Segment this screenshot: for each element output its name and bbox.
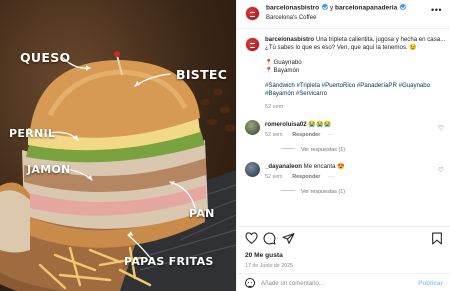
comment-time: 52 sem <box>265 132 283 138</box>
add-comment-row: Añade un comentario... Publicar <box>237 274 450 291</box>
comment-icon[interactable] <box>263 232 276 245</box>
sandwich-illustration <box>0 51 236 291</box>
author-avatar[interactable] <box>245 6 260 21</box>
more-options-icon[interactable]: ••• <box>431 6 442 15</box>
comment-username[interactable]: _dayanaleon <box>265 163 302 170</box>
heart-icon[interactable] <box>245 232 258 245</box>
caption-locations: 📍Guaynabo 📍Bayamón <box>265 59 447 75</box>
share-icon[interactable] <box>282 232 295 245</box>
caption-avatar[interactable] <box>245 37 260 52</box>
label-jamon: JAMÓN <box>27 163 71 176</box>
comment-text: 😭😭😭 <box>308 121 332 128</box>
post-subtitle[interactable]: Barcelona's Coffee <box>266 15 316 21</box>
label-queso: QUESO <box>20 50 71 65</box>
location-guaynabo: Guaynabo <box>273 59 302 67</box>
comment-text: Me encanta 😍 <box>303 163 345 170</box>
pin-icon: 📍 <box>265 60 273 67</box>
commenter-avatar[interactable] <box>245 120 260 135</box>
label-pernil: PERNIL <box>9 127 56 140</box>
comment-meta: 52 sem Responder ··· <box>265 174 334 180</box>
comment-more-icon[interactable]: ··· <box>328 132 334 138</box>
caption-timestamp: 52 sem <box>265 103 284 110</box>
post-image[interactable]: QUESO BISTEC PERNIL JAMÓN PAN PAPAS FRIT… <box>0 0 236 291</box>
comment-more-icon[interactable]: ··· <box>328 174 334 180</box>
post-comment-button[interactable]: Publicar <box>418 280 443 287</box>
comment-line: _dayanaleon Me encanta 😍 <box>265 163 345 170</box>
bookmark-icon[interactable] <box>431 232 443 245</box>
reply-button[interactable]: Responder <box>292 132 320 138</box>
comment-username[interactable]: romeroluisa02 <box>265 121 307 128</box>
post-authors: barcelonasbistro y barcelonapanaderia <box>266 4 407 12</box>
comment-like-icon[interactable]: ♡ <box>438 124 444 132</box>
action-bar <box>237 232 450 248</box>
comment-time: 52 sem <box>265 174 283 180</box>
verified-badge-icon <box>400 4 407 10</box>
view-replies-button[interactable]: Ver respuestas (1) <box>281 147 345 153</box>
pin-icon: 📍 <box>265 68 273 75</box>
comment-meta: 52 sem Responder ··· <box>265 132 334 138</box>
reply-button[interactable]: Responder <box>292 174 320 180</box>
divider <box>281 148 295 149</box>
comment-line: romeroluisa02 😭😭😭 <box>265 121 331 128</box>
post-date: 17 de Junio de 2025 <box>245 263 294 269</box>
author-connector: y <box>329 4 334 12</box>
location-bayamon: Bayamón <box>273 67 300 75</box>
commenter-avatar[interactable] <box>245 162 260 177</box>
divider <box>281 190 295 191</box>
caption-username[interactable]: barcelonasbistro <box>265 36 314 43</box>
label-pan: PAN <box>189 207 215 220</box>
comment-input[interactable]: Añade un comentario... <box>261 280 324 287</box>
divider <box>237 226 450 227</box>
caption-hashtags[interactable]: #Sándwich #Tripleta #PuertoRico #Panader… <box>265 82 447 98</box>
post-sidebar: barcelonasbistro y barcelonapanaderia Ba… <box>236 0 450 291</box>
view-replies-label: Ver respuestas (1) <box>301 147 346 153</box>
post-caption: barcelonasbistro Una tripleta calientita… <box>265 36 447 111</box>
divider <box>237 28 450 29</box>
verified-badge-icon <box>321 4 328 10</box>
post-header: barcelonasbistro y barcelonapanaderia Ba… <box>237 0 450 28</box>
view-replies-label: Ver respuestas (1) <box>301 189 346 195</box>
coauthor-username[interactable]: barcelonapanaderia <box>335 5 397 12</box>
emoji-icon[interactable] <box>245 278 255 288</box>
author-username[interactable]: barcelonasbistro <box>266 5 319 12</box>
view-replies-button[interactable]: Ver respuestas (1) <box>281 189 345 195</box>
label-bistec: BISTEC <box>176 67 228 82</box>
comment-like-icon[interactable]: ♡ <box>438 166 444 174</box>
label-papas-fritas: PAPAS FRITAS <box>124 255 214 268</box>
likes-count[interactable]: 20 Me gusta <box>245 252 283 259</box>
